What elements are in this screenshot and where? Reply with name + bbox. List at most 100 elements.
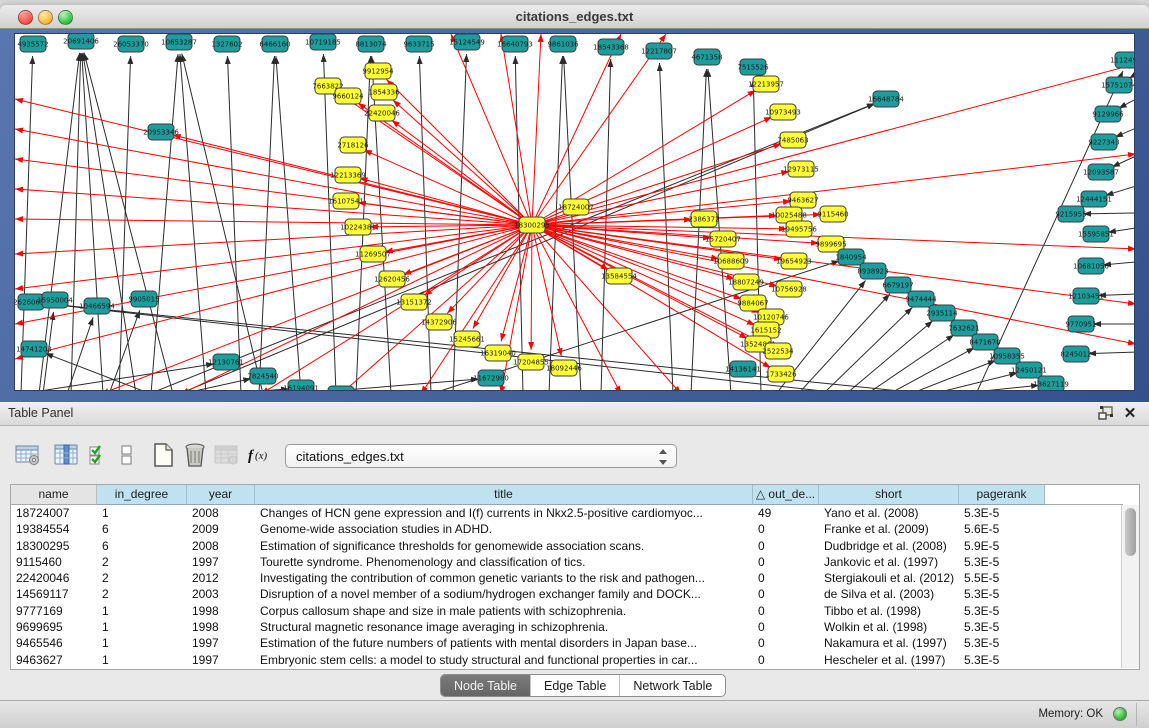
graph-edge[interactable] bbox=[182, 54, 263, 391]
graph-node[interactable]: 19495756 bbox=[781, 221, 817, 237]
graph-node[interactable]: 8813074 bbox=[355, 36, 387, 52]
graph-edge[interactable] bbox=[532, 34, 666, 225]
table-row[interactable]: 911546021997Tourette syndrome. Phenomeno… bbox=[11, 554, 1123, 570]
graph-node[interactable]: 15124549 bbox=[449, 34, 485, 50]
graph-node[interactable]: 9660124 bbox=[332, 88, 364, 104]
network-canvas[interactable]: 4935572 20691406 26053370 10653287 1327602 64… bbox=[14, 33, 1135, 391]
graph-node[interactable]: 12444151 bbox=[1076, 191, 1112, 207]
column-header-in_degree[interactable]: in_degree bbox=[97, 485, 187, 505]
graph-node[interactable]: 10973493 bbox=[765, 104, 801, 120]
graph-edge[interactable] bbox=[532, 34, 621, 225]
graph-edge[interactable] bbox=[889, 348, 974, 391]
table-body[interactable]: 1872400712008Changes of HCN gene express… bbox=[11, 505, 1123, 668]
graph-node[interactable]: 9633715 bbox=[403, 36, 434, 52]
graph-node[interactable]: 14372906 bbox=[421, 314, 457, 330]
graph-node[interactable]: 8938923 bbox=[857, 263, 888, 279]
graph-node[interactable]: 13584554 bbox=[601, 268, 637, 284]
table-selector-dropdown[interactable]: citations_edges.txt bbox=[285, 444, 677, 468]
table-scrollbar[interactable] bbox=[1121, 505, 1139, 668]
graph-node[interactable]: 1854336 bbox=[368, 84, 400, 100]
column-header-title[interactable]: title bbox=[255, 485, 753, 505]
graph-edge[interactable] bbox=[15, 99, 532, 225]
graph-node[interactable]: 4935572 bbox=[17, 36, 48, 52]
graph-node[interactable]: 2935114 bbox=[926, 305, 958, 321]
graph-edge[interactable] bbox=[15, 159, 532, 225]
graph-node[interactable]: 9861036 bbox=[547, 36, 579, 52]
graph-node[interactable]: 2522534 bbox=[762, 343, 794, 359]
table-row[interactable]: 946554611997Estimation of the future num… bbox=[11, 635, 1123, 651]
graph-node[interactable]: 16194091 bbox=[283, 380, 319, 391]
graph-node[interactable]: 12093587 bbox=[1083, 164, 1119, 180]
column-header-pagerank[interactable]: pagerank bbox=[959, 485, 1045, 505]
graph-node[interactable]: 1733426 bbox=[765, 366, 797, 382]
column-header-year[interactable]: year bbox=[187, 485, 255, 505]
graph-node[interactable]: 10224381 bbox=[340, 219, 376, 235]
graph-node[interactable]: 20691406 bbox=[63, 34, 99, 49]
graph-node[interactable]: 18724007 bbox=[558, 199, 594, 215]
graph-edge[interactable] bbox=[1105, 186, 1135, 195]
graph-edge[interactable] bbox=[296, 379, 479, 391]
graph-node[interactable]: 17204855 bbox=[513, 354, 549, 370]
graph-node[interactable]: 7485063 bbox=[777, 132, 808, 148]
table-row[interactable]: 1456911722003Disruption of a novel membe… bbox=[11, 586, 1123, 602]
graph-node[interactable]: 12973115 bbox=[783, 161, 819, 177]
graph-edge[interactable] bbox=[532, 225, 561, 356]
graph-node[interactable]: 15720407 bbox=[705, 231, 741, 247]
tab-network-table[interactable]: Network Table bbox=[620, 675, 725, 696]
graph-node[interactable]: 18807249 bbox=[728, 274, 764, 290]
table-row[interactable]: 2242004622012Investigating the contribut… bbox=[11, 570, 1123, 586]
graph-node[interactable]: 10681056 bbox=[1073, 258, 1109, 274]
column-header-out_de[interactable]: △ out_de... bbox=[753, 485, 819, 505]
graph-node[interactable]: 26053370 bbox=[113, 36, 149, 52]
graph-node[interactable]: 4671358 bbox=[691, 49, 722, 65]
graph-edge[interactable] bbox=[1115, 128, 1135, 137]
graph-node[interactable]: 19654923 bbox=[776, 253, 812, 269]
graph-node[interactable]: 10466594 bbox=[79, 298, 115, 314]
column-header-name[interactable]: name bbox=[11, 485, 97, 505]
graph-node[interactable]: 12130761 bbox=[208, 354, 244, 370]
graph-node[interactable]: 2386372 bbox=[688, 211, 719, 227]
table-row[interactable]: 946362711997Embryonic stem cells: a mode… bbox=[11, 652, 1123, 668]
graph-edge[interactable] bbox=[1083, 213, 1135, 214]
graph-node[interactable]: 14741203 bbox=[16, 341, 52, 357]
table-settings-icon[interactable] bbox=[13, 440, 43, 470]
graph-edge[interactable] bbox=[501, 34, 532, 225]
graph-node[interactable]: 16319040 bbox=[480, 345, 516, 361]
graph-edge[interactable] bbox=[180, 54, 206, 391]
table-row[interactable]: 1830029562008Estimation of significance … bbox=[11, 538, 1123, 554]
graph-node[interactable]: 15950004 bbox=[37, 292, 73, 308]
graph-node[interactable]: 1327602 bbox=[211, 36, 242, 52]
graph-edge[interactable] bbox=[932, 373, 1017, 391]
graph-node[interactable]: 10653287 bbox=[161, 34, 197, 50]
graph-node[interactable]: 16648784 bbox=[868, 91, 904, 107]
graph-node[interactable]: 12103451 bbox=[1068, 288, 1104, 304]
graph-node[interactable]: 6466160 bbox=[259, 36, 290, 52]
graph-node[interactable]: 11124940 bbox=[1110, 52, 1135, 68]
graph-edge[interactable] bbox=[71, 53, 81, 391]
tab-node-table[interactable]: Node Table bbox=[441, 675, 531, 696]
graph-node[interactable]: 7632621 bbox=[948, 320, 979, 336]
graph-node[interactable]: 12217807 bbox=[641, 43, 677, 59]
graph-edge[interactable] bbox=[259, 56, 274, 391]
graph-edge[interactable] bbox=[39, 53, 80, 391]
table-row[interactable]: 1938455462009Genome-wide association stu… bbox=[11, 521, 1123, 537]
graph-edge[interactable] bbox=[227, 56, 241, 391]
graph-node[interactable]: 9215955 bbox=[1055, 206, 1086, 222]
graph-edge[interactable] bbox=[691, 69, 706, 391]
select-rows-icon[interactable] bbox=[84, 440, 114, 470]
graph-node[interactable]: 9770951 bbox=[1065, 316, 1096, 332]
new-file-icon[interactable] bbox=[148, 440, 178, 470]
delete-icon[interactable] bbox=[180, 440, 210, 470]
table-row[interactable]: 969969511998Structural magnetic resonanc… bbox=[11, 619, 1123, 635]
graph-node[interactable]: 15751074 bbox=[1101, 77, 1135, 93]
graph-node[interactable]: 13627119 bbox=[1033, 376, 1069, 391]
graph-node[interactable]: 7824540 bbox=[247, 368, 278, 384]
graph-node[interactable]: 9227343 bbox=[1088, 134, 1119, 150]
graph-node[interactable]: 11672980 bbox=[473, 370, 509, 386]
graph-node[interactable]: 20953346 bbox=[143, 124, 179, 140]
close-panel-icon[interactable]: ✕ bbox=[1121, 405, 1139, 422]
graph-node[interactable]: 22420046 bbox=[364, 105, 400, 121]
graph-node[interactable]: 1840954 bbox=[835, 249, 867, 265]
graph-edge[interactable] bbox=[531, 225, 532, 350]
graph-node[interactable]: 13151372 bbox=[396, 294, 432, 310]
